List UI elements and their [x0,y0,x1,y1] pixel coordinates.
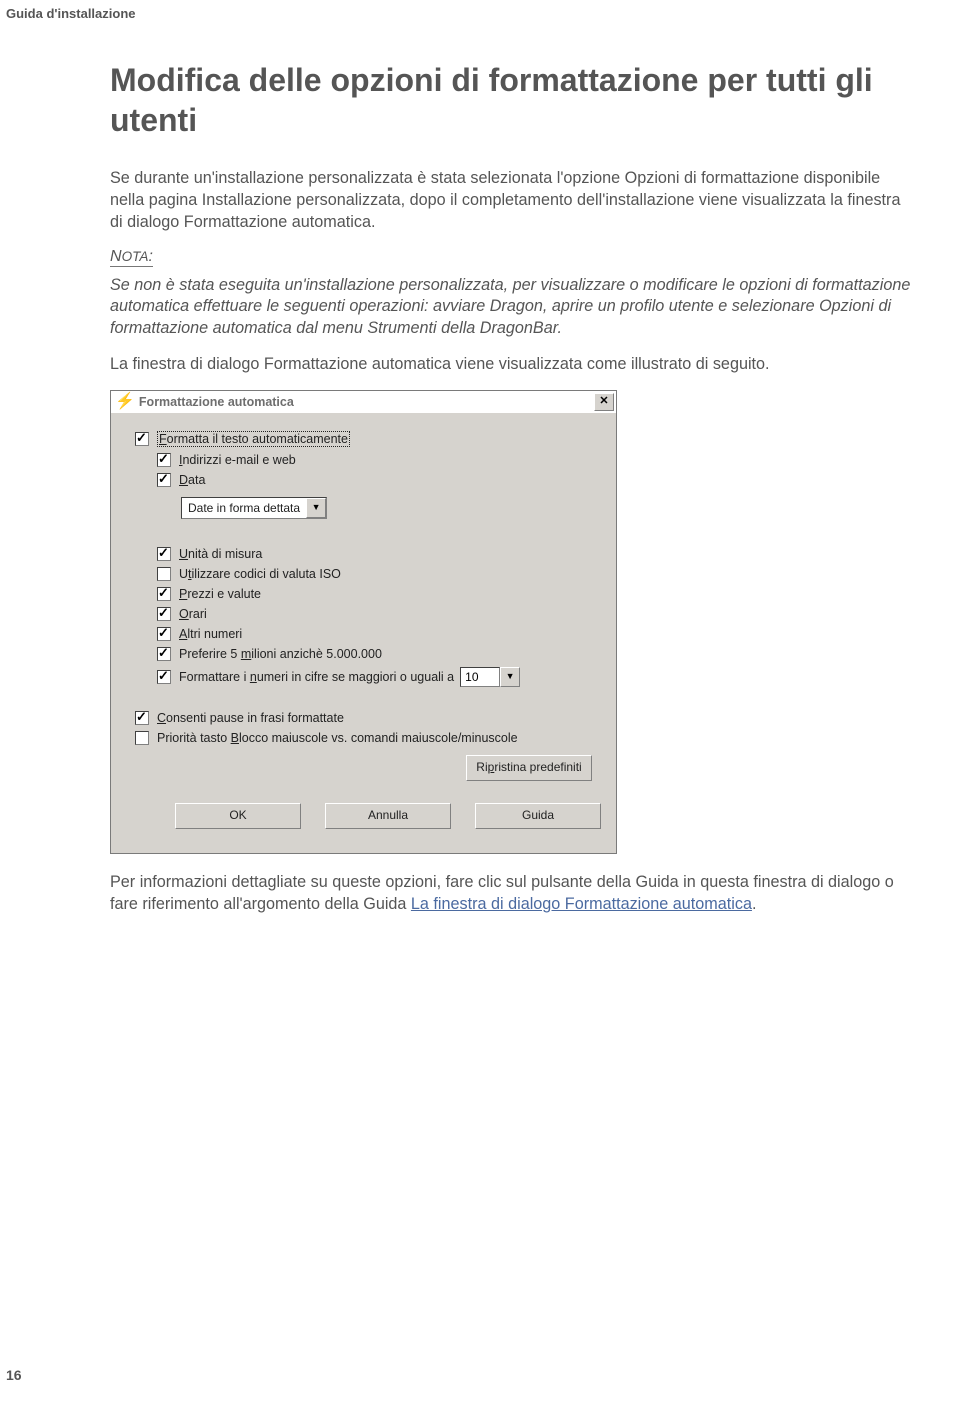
cancel-button[interactable]: Annulla [325,803,451,829]
dialog-titlebar: ⚡ Formattazione automatica ✕ [111,391,616,413]
option-date[interactable]: Data [157,473,596,487]
help-button[interactable]: Guida [475,803,601,829]
option-auto-format[interactable]: Formatta il testo automaticamente [135,431,596,447]
caps-priority-checkbox[interactable] [135,731,149,745]
ok-button[interactable]: OK [175,803,301,829]
help-topic-link[interactable]: La finestra di dialogo Formattazione aut… [411,895,752,913]
allow-pauses-checkbox[interactable] [135,711,149,725]
dialog-title: Formattazione automatica [139,395,594,409]
option-prices[interactable]: Prezzi e valute [157,587,596,601]
page-title: Modifica delle opzioni di formattazione … [110,60,912,140]
option-iso-currency[interactable]: Utilizzare codici di valuta ISO [157,567,596,581]
closing-paragraph: Per informazioni dettagliate su queste o… [110,872,912,916]
times-checkbox[interactable] [157,607,171,621]
date-mode-value: Date in forma dettata [182,501,306,515]
prices-checkbox[interactable] [157,587,171,601]
reset-defaults-button[interactable]: Ripristina predefiniti [466,755,592,781]
date-mode-dropdown[interactable]: Date in forma dettata ▼ [181,497,327,519]
option-units[interactable]: Unità di misura [157,547,596,561]
option-prefer-million[interactable]: Preferire 5 milioni anzichè 5.000.000 [157,647,596,661]
chevron-down-icon[interactable]: ▼ [306,498,326,518]
date-checkbox[interactable] [157,473,171,487]
option-email-web[interactable]: Indirizzi e-mail e web [157,453,596,467]
note-label: NOTA: [110,248,153,267]
close-button[interactable]: ✕ [594,393,614,411]
intro-paragraph: Se durante un'installazione personalizza… [110,168,912,234]
units-checkbox[interactable] [157,547,171,561]
other-numbers-checkbox[interactable] [157,627,171,641]
auto-format-checkbox[interactable] [135,432,149,446]
lead-paragraph: La finestra di dialogo Formattazione aut… [110,354,912,376]
page-number: 16 [6,1367,22,1383]
option-other-numbers[interactable]: Altri numeri [157,627,596,641]
auto-format-dialog: ⚡ Formattazione automatica ✕ Formatta il… [110,390,617,854]
numbers-threshold-input[interactable] [460,667,500,687]
option-numbers-threshold[interactable]: Formattare i numeri in cifre se maggiori… [157,667,596,687]
running-header: Guida d'installazione [6,6,136,21]
option-times[interactable]: Orari [157,607,596,621]
note-paragraph: Se non è stata eseguita un'installazione… [110,275,912,341]
option-caps-priority[interactable]: Priorità tasto Blocco maiuscole vs. coma… [135,731,596,745]
bolt-icon: ⚡ [115,394,135,410]
iso-currency-checkbox[interactable] [157,567,171,581]
option-allow-pauses[interactable]: Consenti pause in frasi formattate [135,711,596,725]
email-web-checkbox[interactable] [157,453,171,467]
chevron-down-icon[interactable]: ▼ [500,667,520,687]
prefer-million-checkbox[interactable] [157,647,171,661]
numbers-threshold-checkbox[interactable] [157,670,171,684]
